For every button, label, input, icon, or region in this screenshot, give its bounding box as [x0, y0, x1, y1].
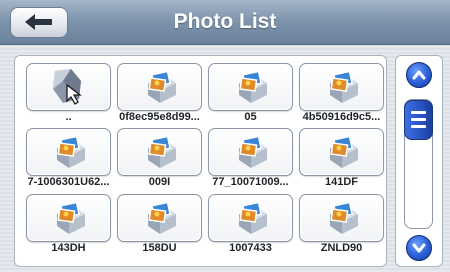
file-tile[interactable]: 05	[208, 63, 293, 125]
file-name: 7-1006301U62...	[27, 176, 110, 188]
scroll-grip-icon	[411, 111, 426, 114]
file-tile[interactable]: ZNLD90	[299, 194, 384, 256]
back-button[interactable]	[10, 7, 68, 38]
thumbnail	[208, 128, 293, 176]
file-name: 1007433	[229, 242, 272, 254]
thumbnail	[26, 194, 111, 242]
photo-file-icon	[330, 201, 358, 234]
file-name: 141DF	[324, 176, 359, 188]
scroll-track[interactable]	[404, 99, 433, 229]
scroll-grip-icon	[411, 118, 426, 121]
photo-file-icon	[148, 70, 176, 103]
file-name: 4b50916d9c5...	[302, 111, 381, 123]
thumbnail	[299, 63, 384, 111]
file-name: ..	[65, 111, 72, 123]
thumbnail	[26, 128, 111, 176]
file-name: 05	[244, 111, 257, 123]
photo-file-icon	[239, 201, 267, 234]
thumbnail	[299, 128, 384, 176]
thumbnail	[117, 128, 202, 176]
photo-file-icon	[57, 135, 85, 168]
file-tile[interactable]: 7-1006301U62...	[26, 128, 111, 190]
file-name: 143DH	[51, 242, 86, 254]
file-name: 158DU	[142, 242, 177, 254]
chevron-up-icon	[412, 70, 426, 80]
thumbnail	[117, 194, 202, 242]
scroll-thumb[interactable]	[404, 100, 433, 140]
file-name: 0f8ec95e8d99...	[119, 111, 200, 123]
file-name: 009I	[148, 176, 171, 188]
back-arrow-icon	[25, 14, 52, 30]
chevron-down-icon	[412, 243, 426, 253]
file-tile[interactable]: 158DU	[117, 194, 202, 256]
photo-file-icon	[57, 201, 85, 234]
file-name: 77_10071009...	[212, 176, 289, 188]
title-bar: Photo List	[0, 0, 450, 45]
file-tile[interactable]: 4b50916d9c5...	[299, 63, 384, 125]
file-tile[interactable]: 1007433	[208, 194, 293, 256]
file-tile[interactable]: 009I	[117, 128, 202, 190]
photo-file-icon	[239, 70, 267, 103]
photo-grid: .. 0f8ec95e8d99... 05 4b50916d9c5... 7-1…	[14, 55, 387, 267]
thumbnail	[117, 63, 202, 111]
photo-file-icon	[148, 135, 176, 168]
file-tile[interactable]: 141DF	[299, 128, 384, 190]
photo-file-icon	[239, 135, 267, 168]
thumbnail	[299, 194, 384, 242]
photo-file-icon	[148, 201, 176, 234]
file-tile[interactable]: ..	[26, 63, 111, 125]
scroll-up-button[interactable]	[406, 62, 432, 88]
thumbnail	[26, 63, 111, 111]
file-name: ZNLD90	[320, 242, 363, 254]
file-tile[interactable]: 77_10071009...	[208, 128, 293, 190]
scrollbar	[395, 55, 443, 267]
thumbnail	[208, 63, 293, 111]
scroll-down-button[interactable]	[406, 235, 432, 261]
photo-file-icon	[330, 135, 358, 168]
thumbnail	[208, 194, 293, 242]
file-tile[interactable]: 143DH	[26, 194, 111, 256]
file-tile[interactable]: 0f8ec95e8d99...	[117, 63, 202, 125]
folder-up-icon	[53, 69, 82, 105]
photo-file-icon	[330, 70, 358, 103]
scroll-grip-icon	[411, 125, 426, 128]
